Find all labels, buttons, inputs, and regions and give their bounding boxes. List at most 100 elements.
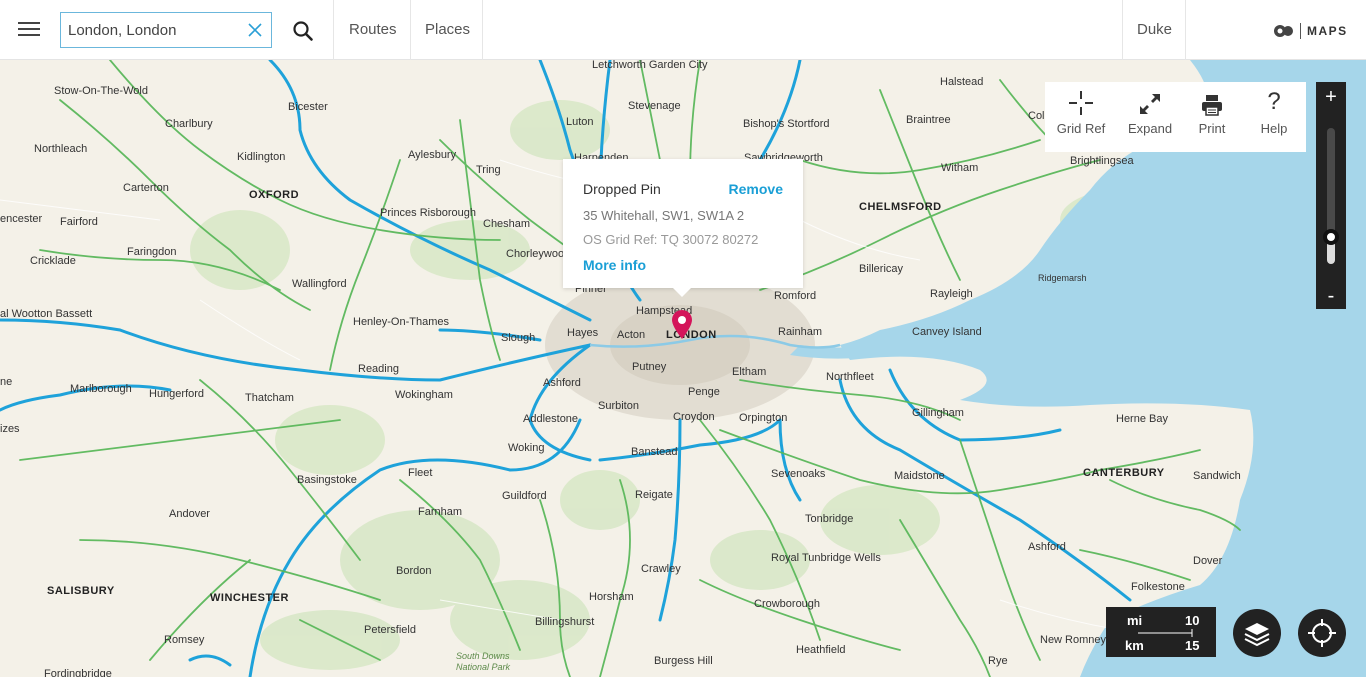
print-label: Print (1198, 121, 1226, 136)
os-logo-icon (1274, 25, 1293, 37)
svg-text:Woking: Woking (508, 442, 544, 454)
svg-text:Acton: Acton (617, 329, 645, 341)
svg-text:Charlbury: Charlbury (165, 118, 213, 130)
dropped-pin-popup: Dropped Pin Remove 35 Whitehall, SW1, SW… (563, 159, 803, 288)
svg-text:Herne Bay: Herne Bay (1116, 413, 1168, 425)
svg-text:Banstead: Banstead (631, 446, 677, 458)
svg-text:Addlestone: Addlestone (523, 413, 578, 425)
svg-text:CHELMSFORD: CHELMSFORD (859, 201, 942, 213)
user-account-link[interactable]: Duke (1137, 0, 1172, 60)
expand-arrows-icon (1140, 94, 1160, 114)
svg-text:Eltham: Eltham (732, 366, 766, 378)
svg-text:Putney: Putney (632, 361, 667, 373)
map-svg: Letchworth Garden City Stow-On-The-Wold … (0, 60, 1366, 677)
svg-text:Crawley: Crawley (641, 563, 681, 575)
scale-km-label: km (1125, 638, 1144, 653)
svg-text:ne: ne (0, 376, 12, 388)
svg-text:Farnham: Farnham (418, 506, 462, 518)
svg-text:Sandwich: Sandwich (1193, 470, 1241, 482)
crosshair-grid-icon (1069, 91, 1093, 115)
hamburger-menu-icon[interactable] (18, 22, 40, 38)
popup-grid-ref: OS Grid Ref: TQ 30072 80272 (583, 232, 759, 247)
svg-text:Carterton: Carterton (123, 182, 169, 194)
svg-text:Canvey Island: Canvey Island (912, 326, 982, 338)
svg-text:Faringdon: Faringdon (127, 246, 177, 258)
print-button[interactable]: Print (1181, 82, 1243, 152)
svg-text:Royal Tunbridge Wells: Royal Tunbridge Wells (771, 552, 881, 564)
zoom-in-button[interactable]: + (1316, 82, 1346, 112)
logo-separator (1300, 23, 1301, 39)
svg-text:Reigate: Reigate (635, 489, 673, 501)
help-label: Help (1260, 121, 1288, 136)
svg-text:New Romney: New Romney (1040, 634, 1107, 646)
svg-text:Cricklade: Cricklade (30, 255, 76, 267)
svg-text:Col: Col (1028, 110, 1045, 122)
help-button[interactable]: ? Help (1243, 82, 1305, 152)
svg-text:al Wootton Bassett: al Wootton Bassett (0, 308, 92, 320)
expand-label: Expand (1127, 121, 1173, 136)
scale-mi-value: 10 (1185, 613, 1200, 628)
popup-address: 35 Whitehall, SW1, SW1A 2 (583, 208, 745, 223)
locate-crosshair-icon (1308, 619, 1336, 647)
svg-text:Ridgemarsh: Ridgemarsh (1038, 273, 1087, 283)
zoom-slider[interactable] (1323, 128, 1339, 264)
svg-text:Slough: Slough (501, 332, 535, 344)
map-canvas[interactable]: Letchworth Garden City Stow-On-The-Wold … (0, 60, 1366, 677)
svg-text:South Downs: South Downs (456, 651, 510, 661)
svg-text:Burgess Hill: Burgess Hill (654, 655, 713, 667)
svg-text:Horsham: Horsham (589, 591, 634, 603)
divider (410, 0, 411, 60)
zoom-slider-handle[interactable] (1323, 228, 1339, 245)
close-icon[interactable] (247, 22, 263, 38)
remove-pin-link[interactable]: Remove (729, 181, 783, 197)
svg-text:Stow-On-The-Wold: Stow-On-The-Wold (54, 85, 148, 97)
svg-text:Rye: Rye (988, 655, 1008, 667)
svg-text:OXFORD: OXFORD (249, 189, 299, 201)
layers-button[interactable] (1233, 609, 1281, 657)
svg-text:Chesham: Chesham (483, 218, 530, 230)
svg-text:Reading: Reading (358, 363, 399, 375)
svg-text:Penge: Penge (688, 386, 720, 398)
svg-text:Hungerford: Hungerford (149, 388, 204, 400)
svg-text:Rayleigh: Rayleigh (930, 288, 973, 300)
nav-routes[interactable]: Routes (349, 0, 397, 60)
zoom-control: + - (1316, 82, 1346, 309)
svg-text:Bicester: Bicester (288, 101, 328, 113)
svg-text:Basingstoke: Basingstoke (297, 474, 357, 486)
scale-mi-label: mi (1127, 613, 1143, 628)
divider (482, 0, 483, 60)
svg-text:Croydon: Croydon (673, 411, 715, 423)
search-icon[interactable] (292, 20, 314, 42)
locate-me-button[interactable] (1298, 609, 1346, 657)
svg-text:Aylesbury: Aylesbury (408, 149, 457, 161)
grid-ref-button[interactable]: Grid Ref (1050, 82, 1112, 152)
svg-text:Northleach: Northleach (34, 143, 87, 155)
scale-km-value: 15 (1185, 638, 1200, 653)
svg-text:Thatcham: Thatcham (245, 392, 294, 404)
logo-text: MAPS (1307, 24, 1348, 38)
nav-places[interactable]: Places (425, 0, 470, 60)
svg-text:Fordingbridge: Fordingbridge (44, 668, 112, 677)
svg-text:Hayes: Hayes (567, 327, 599, 339)
svg-text:Billericay: Billericay (859, 263, 904, 275)
svg-text:Braintree: Braintree (906, 114, 951, 126)
search-input[interactable] (61, 13, 239, 47)
svg-text:Orpington: Orpington (739, 412, 787, 424)
svg-text:Henley-On-Thames: Henley-On-Thames (353, 316, 449, 328)
svg-text:LONDON: LONDON (666, 329, 717, 341)
question-mark-icon: ? (1267, 88, 1281, 115)
svg-text:SALISBURY: SALISBURY (47, 585, 115, 597)
divider (1185, 0, 1186, 60)
zoom-out-button[interactable]: - (1316, 281, 1346, 311)
svg-text:Luton: Luton (566, 116, 594, 128)
more-info-link[interactable]: More info (583, 257, 646, 273)
os-maps-logo[interactable]: MAPS (1274, 22, 1348, 40)
svg-text:Folkestone: Folkestone (1131, 581, 1185, 593)
svg-text:Tonbridge: Tonbridge (805, 513, 853, 525)
svg-text:Ashford: Ashford (1028, 541, 1066, 553)
expand-button[interactable]: Expand (1119, 82, 1181, 152)
scale-line (1138, 629, 1193, 637)
scale-bar: mi 10 km 15 (1106, 607, 1216, 657)
svg-text:Marlborough: Marlborough (70, 383, 132, 395)
svg-text:Letchworth Garden City: Letchworth Garden City (592, 60, 708, 71)
